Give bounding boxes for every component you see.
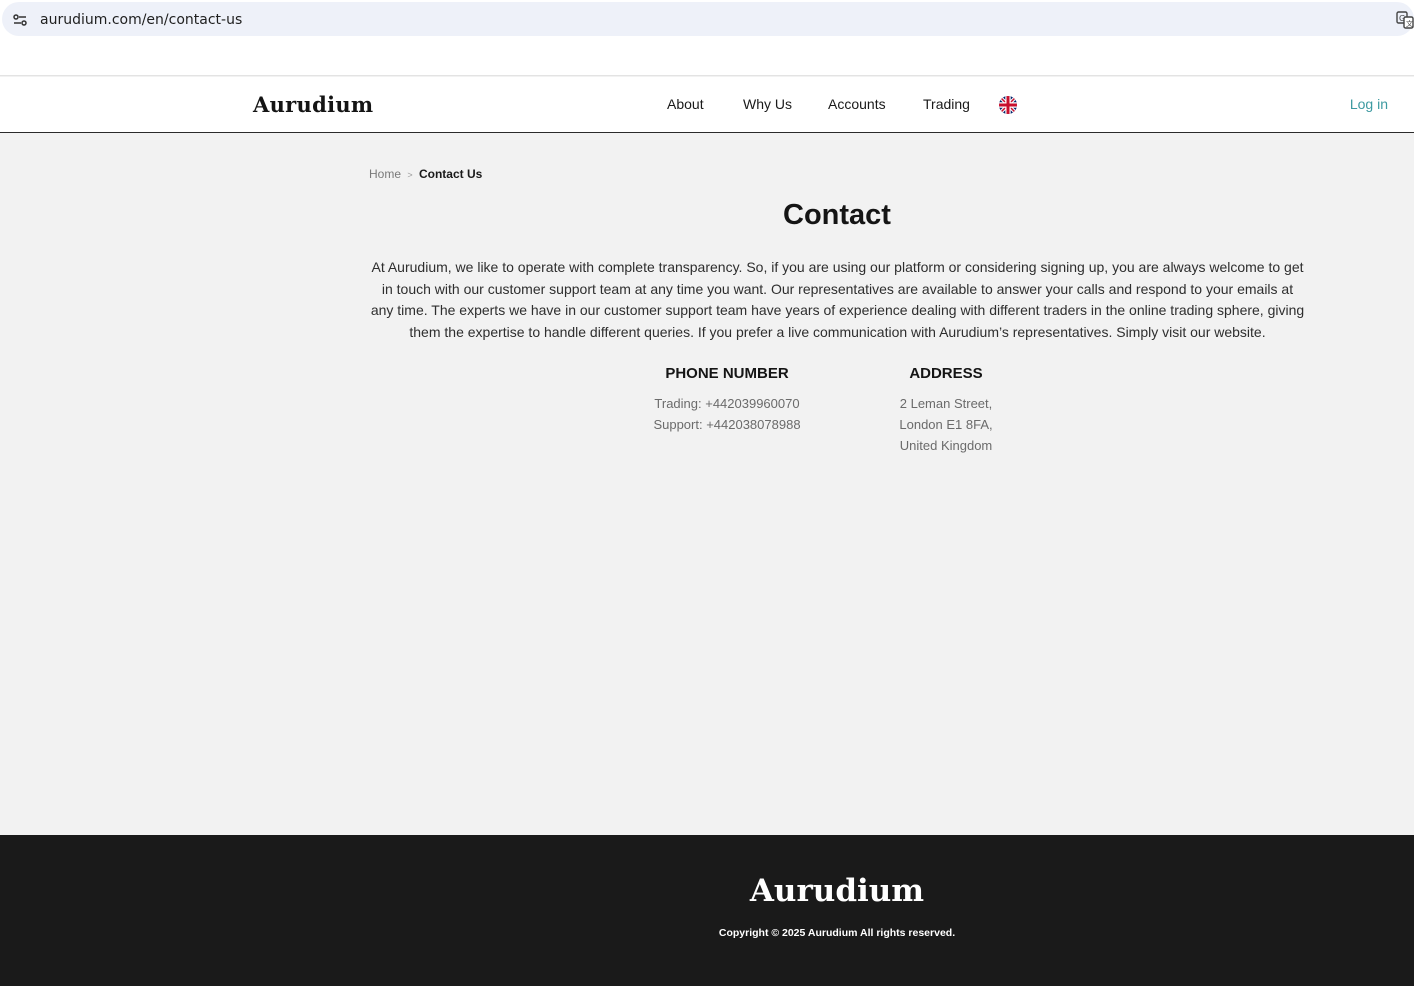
uk-flag-icon[interactable] xyxy=(999,96,1017,114)
site-info-icon[interactable] xyxy=(10,10,30,30)
footer-logo[interactable]: Aurudium xyxy=(0,873,1414,909)
phone-trading[interactable]: Trading: +442039960070 xyxy=(637,393,817,414)
address-line-3: United Kingdom xyxy=(899,438,993,453)
phone-heading: PHONE NUMBER xyxy=(665,365,789,382)
address-heading: ADDRESS xyxy=(909,365,983,382)
address-line-2: London E1 8FA, xyxy=(899,417,993,432)
nav-about[interactable]: About xyxy=(667,96,704,112)
intro-paragraph: At Aurudium, we like to operate with com… xyxy=(370,259,1305,340)
page-title: Contact xyxy=(783,199,891,231)
svg-text:文: 文 xyxy=(1406,19,1413,28)
url-text[interactable]: aurudium.com/en/contact-us xyxy=(40,11,242,29)
site-header: Aurudium About Why Us Accounts Trading L… xyxy=(0,77,1414,133)
nav-trading[interactable]: Trading xyxy=(923,96,970,112)
phone-support[interactable]: Support: +442038078988 xyxy=(637,414,817,435)
breadcrumb: Home > Contact Us xyxy=(369,167,482,181)
site-footer: Aurudium Copyright © 2025 Aurudium All r… xyxy=(0,835,1414,986)
browser-toolbar: aurudium.com/en/contact-us G 文 xyxy=(0,0,1414,76)
copyright-text: Copyright © 2025 Aurudium All rights res… xyxy=(718,927,956,939)
nav-accounts[interactable]: Accounts xyxy=(828,96,886,112)
breadcrumb-home[interactable]: Home xyxy=(369,167,401,181)
nav-why-us[interactable]: Why Us xyxy=(743,96,792,112)
breadcrumb-current: Contact Us xyxy=(418,167,483,181)
translate-icon[interactable]: G 文 xyxy=(1396,11,1414,29)
address-section: ADDRESS 2 Leman Street, London E1 8FA, U… xyxy=(866,364,1026,456)
login-link[interactable]: Log in xyxy=(1350,96,1388,112)
address-line-1: 2 Leman Street, xyxy=(899,396,993,411)
breadcrumb-separator: > xyxy=(407,170,413,180)
header-logo[interactable]: Aurudium xyxy=(253,92,373,117)
address-bar[interactable]: aurudium.com/en/contact-us G 文 xyxy=(2,2,1414,36)
phone-section: PHONE NUMBER Trading: +442039960070 Supp… xyxy=(637,364,817,435)
